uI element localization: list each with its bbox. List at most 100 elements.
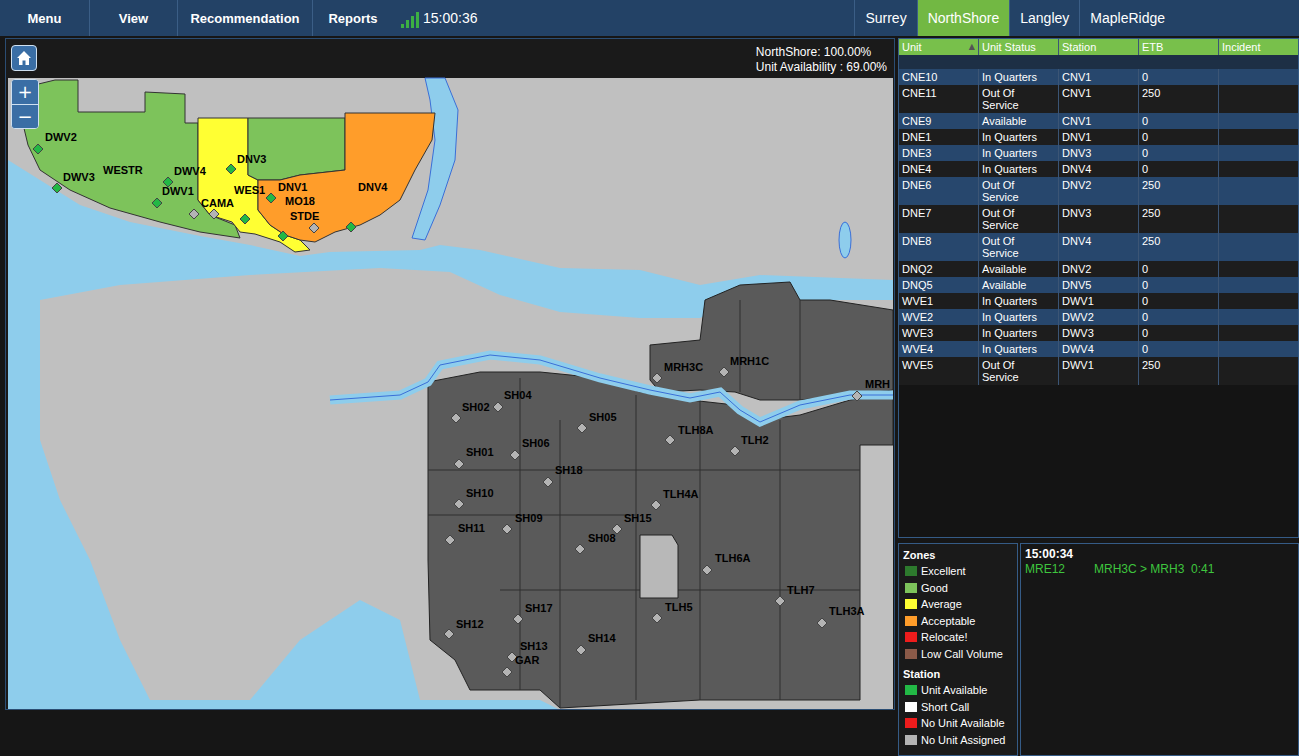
etb-cell: 0 bbox=[1139, 309, 1219, 325]
svg-text:SH13: SH13 bbox=[520, 640, 548, 652]
svg-text:MRH: MRH bbox=[865, 378, 890, 390]
station-pin[interactable]: SH17 bbox=[513, 602, 553, 624]
station-pin[interactable]: SH15 bbox=[612, 512, 652, 534]
station-pin[interactable]: TLH3A bbox=[817, 605, 865, 628]
table-row[interactable]: WVE5 Out Of Service DWV1 250 bbox=[899, 357, 1298, 385]
station-pin[interactable]: SH08 bbox=[575, 532, 616, 554]
table-row[interactable]: DNQ5 Available DNV5 0 bbox=[899, 277, 1298, 293]
station-pin[interactable]: CAMA bbox=[201, 197, 234, 219]
home-button[interactable] bbox=[11, 45, 37, 71]
region-tab[interactable]: Surrey bbox=[854, 0, 916, 36]
unit-cell: WVE1 bbox=[899, 293, 979, 309]
station-pin[interactable]: DNV4 bbox=[346, 181, 388, 232]
region-tab[interactable]: NorthShore bbox=[917, 0, 1010, 36]
unit-cell: CNE10 bbox=[899, 69, 979, 85]
column-header[interactable]: ETB bbox=[1139, 39, 1219, 55]
table-row[interactable]: DNE8 Out Of Service DNV4 250 bbox=[899, 233, 1298, 261]
table-row[interactable]: WVE4 In Quarters DWV4 0 bbox=[899, 341, 1298, 357]
station-pin[interactable]: SH04 bbox=[493, 389, 532, 412]
table-row[interactable]: DNE1 In Quarters DNV1 0 bbox=[899, 129, 1298, 145]
region-tab[interactable]: Langley bbox=[1009, 0, 1079, 36]
table-row[interactable]: DNE3 In Quarters DNV3 0 bbox=[899, 145, 1298, 161]
status-cell: Out Of Service bbox=[979, 233, 1059, 261]
station-pin[interactable]: TLH7 bbox=[775, 584, 815, 606]
station-pin[interactable]: SH12 bbox=[444, 618, 484, 639]
station-pin[interactable]: SH11 bbox=[445, 522, 485, 545]
table-header: Unit ▲Unit Status Station ETB Incident bbox=[899, 39, 1298, 55]
station-pin[interactable]: DWV3 bbox=[52, 171, 95, 193]
station-pin[interactable]: SH01 bbox=[454, 446, 494, 469]
station-pin[interactable]: WES1 bbox=[234, 184, 265, 224]
unit-cell: DNQ5 bbox=[899, 277, 979, 293]
map-canvas[interactable]: DWV2DWV3WESTRDWV4DWV1DNV3WES1CAMADNV1MO1… bbox=[5, 38, 895, 710]
station-pin[interactable]: MRH3C bbox=[652, 361, 703, 383]
table-row[interactable]: WVE1 In Quarters DWV1 0 bbox=[899, 293, 1298, 309]
table-row[interactable]: WVE3 In Quarters DWV3 0 bbox=[899, 325, 1298, 341]
etb-cell: 250 bbox=[1139, 177, 1219, 205]
status-cell: In Quarters bbox=[979, 145, 1059, 161]
table-row[interactable]: CNE10 In Quarters CNV1 0 bbox=[899, 69, 1298, 85]
status-cell: In Quarters bbox=[979, 129, 1059, 145]
column-header[interactable]: Unit ▲ bbox=[899, 39, 979, 55]
menu-item[interactable]: Menu bbox=[0, 0, 90, 36]
etb-cell: 0 bbox=[1139, 69, 1219, 85]
zone-area[interactable] bbox=[258, 113, 435, 242]
status-cell: Out Of Service bbox=[979, 85, 1059, 113]
station-pin[interactable]: SH05 bbox=[577, 411, 617, 433]
station-pin[interactable]: TLH8A bbox=[665, 424, 714, 445]
zoom-out-button[interactable]: − bbox=[12, 104, 38, 128]
station-pin[interactable]: MRH1C bbox=[719, 355, 769, 377]
table-row[interactable]: CNE9 Available CNV1 0 bbox=[899, 113, 1298, 129]
log-time: 15:00:34 bbox=[1025, 547, 1294, 562]
station-pin[interactable]: STDE bbox=[290, 210, 319, 233]
table-row[interactable]: DNE7 Out Of Service DNV3 250 bbox=[899, 205, 1298, 233]
table-row[interactable]: DNE6 Out Of Service DNV2 250 bbox=[899, 177, 1298, 205]
column-header[interactable]: Station bbox=[1059, 39, 1139, 55]
station-pin[interactable]: TLH4A bbox=[651, 488, 699, 510]
svg-text:DWV4: DWV4 bbox=[174, 165, 207, 177]
status-cell: In Quarters bbox=[979, 69, 1059, 85]
menu-item[interactable]: View bbox=[90, 0, 178, 36]
map[interactable]: DWV2DWV3WESTRDWV4DWV1DNV3WES1CAMADNV1MO1… bbox=[5, 38, 895, 710]
station-pin[interactable]: DWV1 bbox=[152, 185, 194, 208]
station-pin[interactable]: TLH2 bbox=[730, 434, 769, 456]
station-pin[interactable]: DWV2 bbox=[33, 131, 77, 154]
table-row[interactable]: DNE4 In Quarters DNV4 0 bbox=[899, 161, 1298, 177]
dispatch-app: MenuViewRecommendationReports 15:00:36 S… bbox=[0, 0, 1299, 756]
table-row[interactable]: WVE2 In Quarters DWV2 0 bbox=[899, 309, 1298, 325]
svg-text:SH18: SH18 bbox=[555, 464, 583, 476]
station-pin[interactable]: SH18 bbox=[543, 464, 583, 487]
column-header[interactable]: Incident bbox=[1219, 39, 1298, 55]
station-pin[interactable]: DNV3 bbox=[226, 153, 266, 174]
station-pin[interactable]: SH06 bbox=[510, 437, 550, 460]
clock: 15:00:36 bbox=[423, 10, 478, 26]
zone-area[interactable] bbox=[248, 118, 345, 180]
station-pin[interactable]: GAR bbox=[502, 654, 540, 677]
region-tab[interactable]: MapleRidge bbox=[1079, 0, 1175, 36]
column-header[interactable]: Unit Status bbox=[979, 39, 1059, 55]
station-cell: DWV1 bbox=[1059, 293, 1139, 309]
menu-item[interactable]: Recommendation bbox=[178, 0, 313, 36]
etb-cell: 0 bbox=[1139, 261, 1219, 277]
station-pin[interactable]: SH10 bbox=[454, 487, 494, 509]
region-tabs: SurreyNorthShoreLangleyMapleRidge bbox=[854, 0, 1175, 36]
unit-cell: WVE3 bbox=[899, 325, 979, 341]
station-pin[interactable]: SH14 bbox=[576, 632, 616, 655]
event-log: 15:00:34 MRE12MRH3C > MRH30:41 bbox=[1020, 543, 1299, 756]
table-row[interactable]: DNQ2 Available DNV2 0 bbox=[899, 261, 1298, 277]
station-pin[interactable]: DWV4 bbox=[163, 165, 207, 187]
log-entry[interactable]: MRE12MRH3C > MRH30:41 bbox=[1025, 562, 1294, 577]
incident-cell bbox=[1219, 233, 1298, 261]
station-pin[interactable]: TLH6A bbox=[702, 552, 751, 575]
etb-cell: 0 bbox=[1139, 161, 1219, 177]
station-pin[interactable]: MRH bbox=[852, 378, 890, 401]
station-pin[interactable]: SH02 bbox=[451, 401, 490, 423]
zoom-in-button[interactable]: + bbox=[12, 80, 38, 104]
table-row[interactable]: CNE11 Out Of Service CNV1 250 bbox=[899, 85, 1298, 113]
legend-item: Average bbox=[903, 596, 1013, 613]
station-pin[interactable]: TLH5 bbox=[652, 601, 693, 623]
legend-item: No Unit Available bbox=[903, 715, 1013, 732]
menu-item[interactable]: Reports bbox=[313, 0, 393, 36]
station-pin[interactable]: SH09 bbox=[502, 512, 543, 534]
swatch bbox=[905, 649, 917, 659]
